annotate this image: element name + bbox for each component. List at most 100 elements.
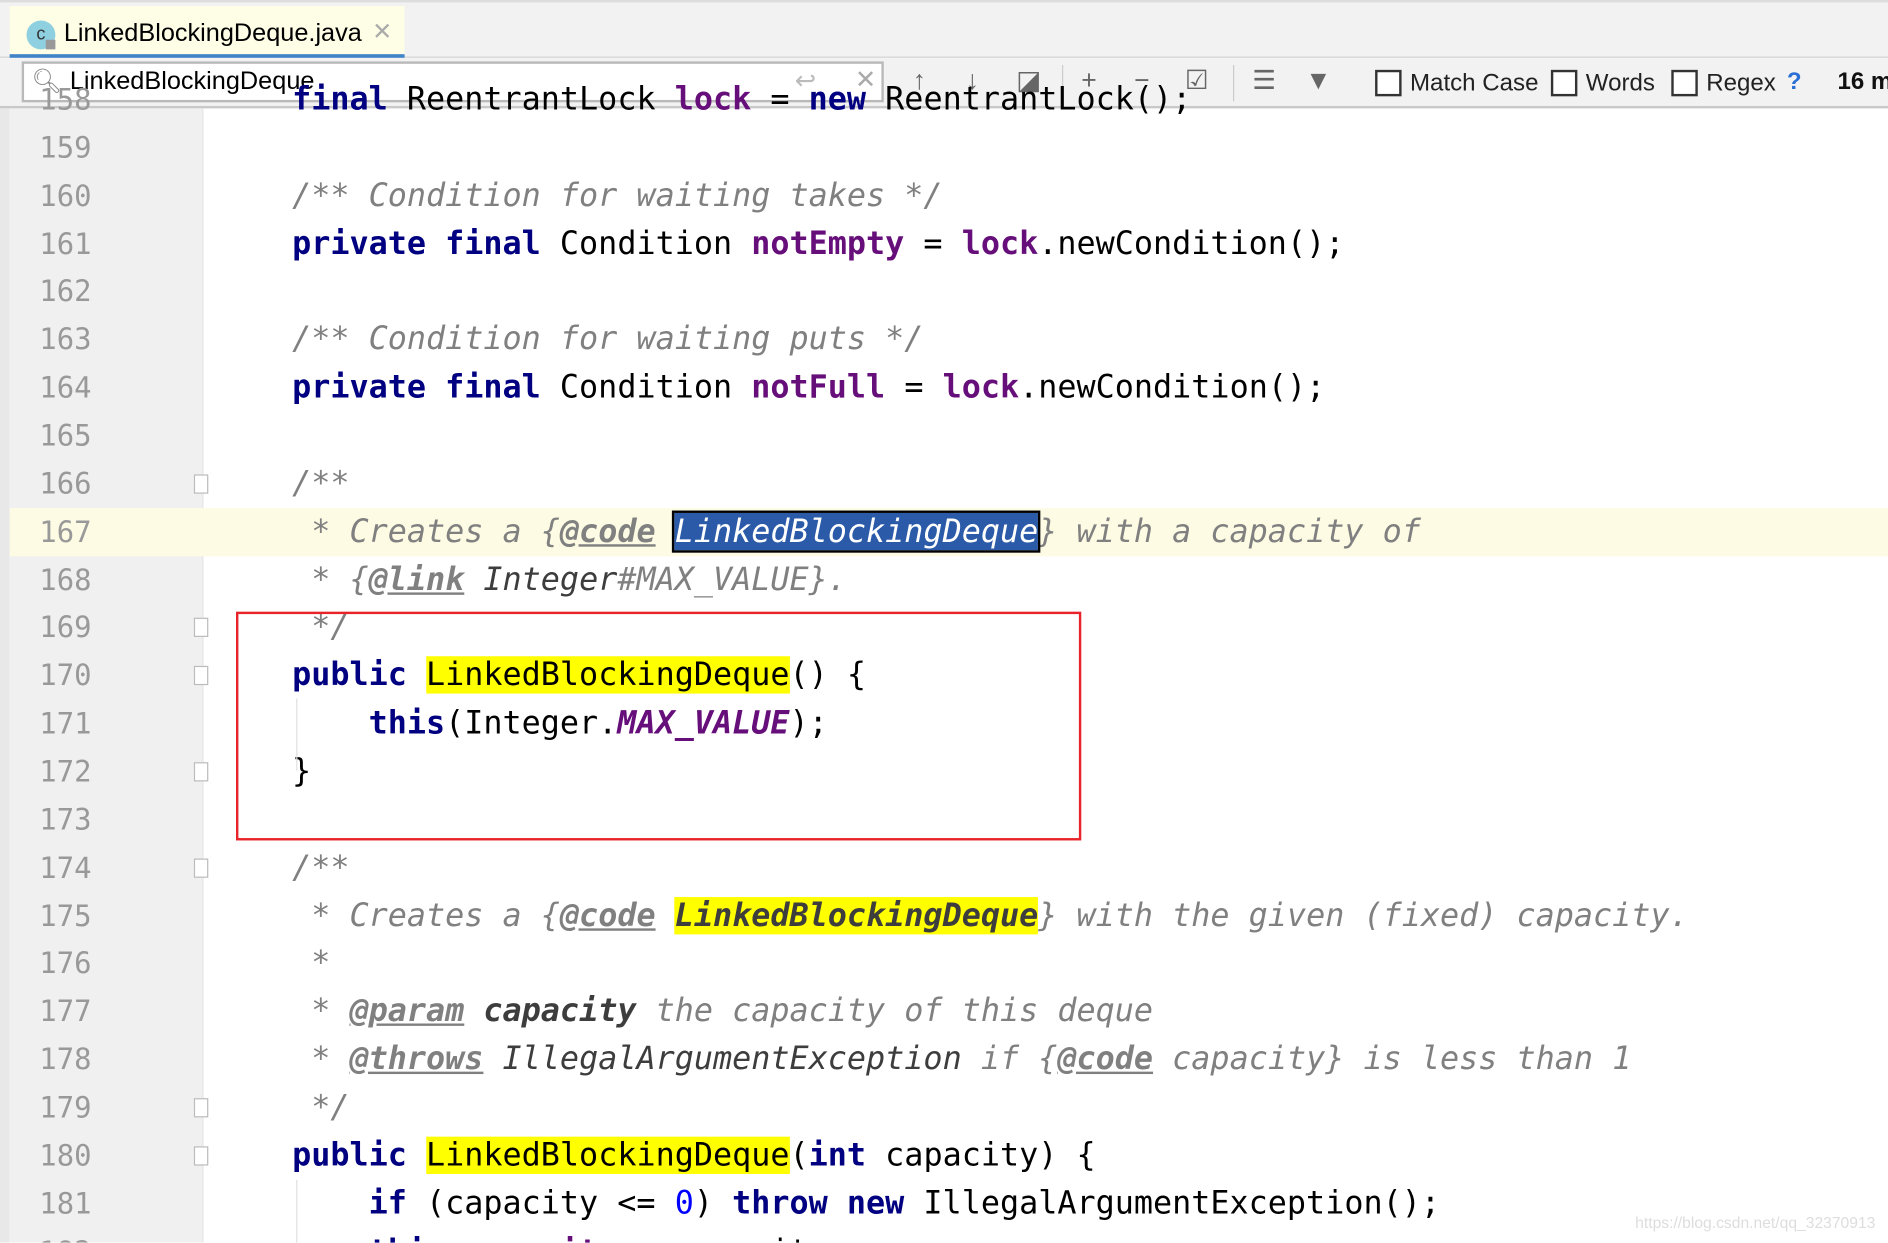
regex-help-icon[interactable]: ? [1787, 69, 1802, 97]
code-token: ) [693, 1184, 733, 1222]
line-number: 175 [39, 898, 92, 933]
line-number: 173 [39, 803, 92, 837]
code-token: Integer [483, 560, 618, 598]
code-token: IllegalArgumentException(); [904, 1184, 1440, 1222]
fold-marker-icon[interactable] [193, 858, 209, 878]
code-token: } with the given (fixed) capacity. [1038, 896, 1689, 934]
line-number: 181 [39, 1186, 92, 1221]
code-token: = capacity; [617, 1233, 846, 1243]
search-match: LinkedBlockingDeque [426, 1136, 790, 1174]
code-token: capacity [483, 992, 637, 1030]
code-token: capacity [464, 1233, 617, 1243]
tab-title: LinkedBlockingDeque.java [63, 19, 362, 47]
code-token: /** Condition for waiting takes */ [292, 176, 943, 214]
code-line: private final Condition notFull = lock.n… [216, 364, 1326, 412]
fold-marker-icon[interactable] [193, 762, 209, 782]
code-token: #MAX_VALUE}. [617, 560, 847, 598]
code-line: this.capacity = capacity; [216, 1228, 847, 1243]
fold-marker-icon[interactable] [193, 618, 209, 638]
code-token: . [445, 1233, 464, 1243]
code-line: */ [216, 1084, 350, 1132]
line-number: 169 [39, 611, 92, 645]
code-token: capacity) { [866, 1136, 1096, 1174]
code-token: @throws [349, 1040, 484, 1078]
line-number: 179 [39, 1090, 92, 1125]
code-line: /** [216, 844, 350, 892]
code-token: notEmpty [751, 224, 905, 262]
code-token: = [751, 80, 809, 119]
code-line: * @param capacity the capacity of this d… [216, 988, 1153, 1036]
indent-guide [296, 1180, 298, 1243]
line-number: 162 [39, 275, 92, 309]
match-case-checkbox[interactable]: Match Case [1375, 67, 1539, 98]
line-number: 167 [39, 515, 92, 549]
regex-checkbox[interactable]: Regex [1671, 67, 1776, 98]
code-token: /** [292, 848, 350, 886]
code-token: Condition [540, 224, 752, 262]
line-number: 177 [39, 994, 92, 1029]
code-token: public [292, 1136, 407, 1174]
code-token: notFull [751, 368, 886, 406]
line-number: 161 [39, 227, 92, 261]
left-edge-panel [0, 108, 10, 1243]
code-token: = [885, 368, 943, 406]
code-token: @link [368, 560, 465, 598]
fold-marker-icon[interactable] [193, 1098, 209, 1118]
code-token: .newCondition(); [1038, 224, 1345, 262]
line-number: 174 [39, 850, 92, 885]
code-token: int [808, 1136, 867, 1174]
code-token: * [311, 1040, 350, 1078]
fold-marker-icon[interactable] [193, 474, 209, 494]
words-label: Words [1585, 69, 1655, 96]
close-tab-icon[interactable]: ✕ [372, 17, 392, 47]
code-token: } with a capacity of [1038, 512, 1421, 550]
code-token: .newCondition(); [1019, 368, 1326, 406]
search-match: LinkedBlockingDeque [674, 896, 1039, 934]
match-case-label: Match Case [1410, 69, 1539, 96]
code-token: = [904, 224, 962, 262]
watermark: https://blog.csdn.net/qq_32370913 [1635, 1213, 1876, 1232]
code-token: @code [559, 512, 656, 550]
words-checkbox[interactable]: Words [1550, 67, 1655, 98]
code-token: * [311, 992, 350, 1030]
line-number: 168 [39, 563, 92, 597]
code-line: private final Condition notEmpty = lock.… [216, 220, 1345, 268]
line-number: 171 [39, 707, 92, 741]
code-token: * { [311, 560, 369, 598]
fold-marker-icon[interactable] [193, 666, 209, 686]
ide-window: c LinkedBlockingDeque.java ✕ 🔍︎ ↩ ✕ ↑ ↓ … [0, 0, 1888, 1243]
code-line: final ReentrantLock lock = new Reentrant… [216, 76, 1191, 124]
code-token: private final [292, 368, 541, 406]
code-token: */ [311, 1088, 350, 1126]
line-number: 164 [39, 371, 92, 405]
regex-label: Regex [1706, 69, 1776, 96]
tab-linkedblockingdeque-java[interactable]: c LinkedBlockingDeque.java ✕ [9, 6, 405, 60]
fold-marker-icon[interactable] [193, 1146, 209, 1166]
line-number: 178 [39, 1042, 92, 1077]
code-line: * {@link Integer#MAX_VALUE}. [216, 556, 847, 604]
filter-icon[interactable]: ▼ [1305, 65, 1331, 96]
match-count: 16 m [1837, 68, 1888, 96]
code-token: @code [559, 896, 656, 934]
code-token: lock [961, 224, 1039, 262]
code-token: ( [789, 1136, 809, 1174]
code-token: * Creates a { [311, 512, 560, 550]
filter-lines-icon[interactable]: ☰ [1252, 65, 1276, 96]
code-token: lock [674, 80, 752, 119]
line-number: 158 [39, 83, 92, 117]
code-line: if (capacity <= 0) throw new IllegalArgu… [216, 1180, 1440, 1228]
line-number: 166 [39, 467, 92, 501]
